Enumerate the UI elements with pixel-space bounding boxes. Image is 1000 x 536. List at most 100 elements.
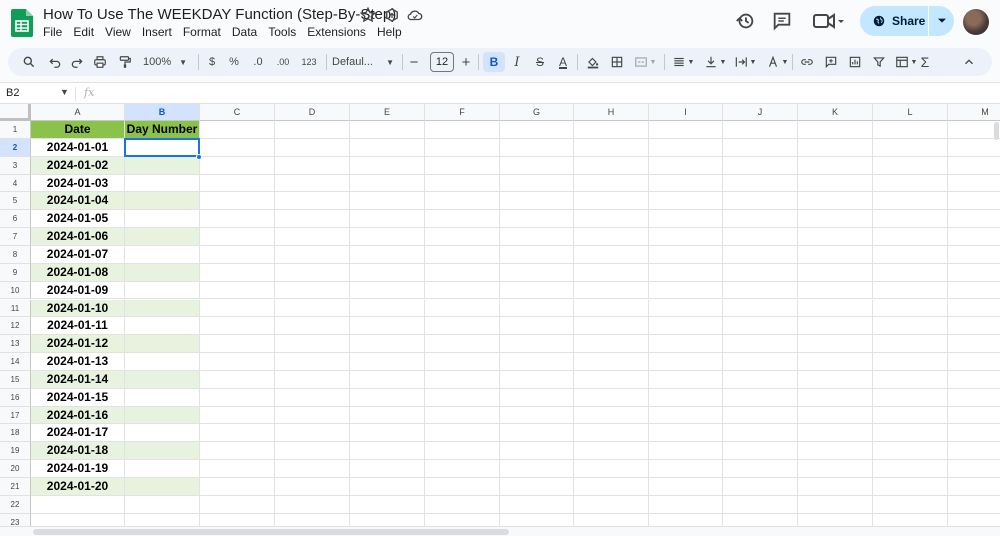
row-header-3[interactable]: 3	[0, 156, 31, 175]
row-header-9[interactable]: 9	[0, 263, 31, 282]
cell-b10[interactable]	[125, 281, 200, 300]
share-options-button[interactable]	[929, 18, 954, 24]
cell-f2[interactable]	[425, 138, 500, 157]
cell-i2[interactable]	[649, 138, 723, 157]
percent-format-button[interactable]: %	[226, 52, 242, 72]
cell-f1[interactable]	[425, 121, 500, 139]
cell-a18[interactable]: 2024-01-17	[31, 424, 125, 443]
cell-f14[interactable]	[425, 353, 500, 371]
cell-b5[interactable]	[125, 192, 200, 211]
cell-d13[interactable]	[275, 335, 350, 354]
cell-b16[interactable]	[125, 388, 200, 407]
cell-d9[interactable]	[275, 263, 350, 282]
cell-g13[interactable]	[500, 335, 574, 354]
cell-k13[interactable]	[798, 335, 873, 354]
cell-g19[interactable]	[500, 442, 574, 461]
fill-color-button[interactable]	[584, 52, 602, 72]
increase-font-size-button[interactable]: +	[458, 52, 474, 72]
cell-f22[interactable]	[425, 495, 500, 514]
cell-a16[interactable]: 2024-01-15	[31, 388, 125, 407]
cell-c9[interactable]	[200, 263, 275, 282]
cell-g1[interactable]	[500, 121, 574, 139]
more-formats-button[interactable]: 123	[298, 52, 320, 72]
move-to-folder-icon[interactable]	[383, 6, 401, 24]
cell-j10[interactable]	[723, 281, 798, 300]
cell-i13[interactable]	[649, 335, 723, 354]
cell-l13[interactable]	[873, 335, 948, 354]
row-header-18[interactable]: 18	[0, 424, 31, 443]
cell-h23[interactable]	[574, 513, 649, 526]
cell-d10[interactable]	[275, 281, 350, 300]
cell-c6[interactable]	[200, 210, 275, 229]
column-header-m[interactable]: M	[948, 104, 1000, 121]
column-header-c[interactable]: C	[200, 104, 275, 121]
cell-j7[interactable]	[723, 228, 798, 246]
cell-e7[interactable]	[350, 228, 425, 246]
cell-j19[interactable]	[723, 442, 798, 461]
cell-f3[interactable]	[425, 156, 500, 175]
merge-cells-button[interactable]: ▼	[632, 52, 658, 72]
cell-a5[interactable]: 2024-01-04	[31, 192, 125, 211]
cell-h1[interactable]	[574, 121, 649, 139]
cell-g15[interactable]	[500, 370, 574, 389]
cell-d5[interactable]	[275, 192, 350, 211]
cell-j15[interactable]	[723, 370, 798, 389]
cell-j14[interactable]	[723, 353, 798, 371]
cell-l1[interactable]	[873, 121, 948, 139]
cell-b21[interactable]	[125, 478, 200, 496]
cell-a14[interactable]: 2024-01-13	[31, 353, 125, 371]
cell-d2[interactable]	[275, 138, 350, 157]
insert-chart-button[interactable]	[846, 52, 864, 72]
cell-d23[interactable]	[275, 513, 350, 526]
text-rotation-button[interactable]: ▼	[762, 52, 792, 72]
currency-format-button[interactable]: $	[204, 52, 220, 72]
chevron-down-icon[interactable]: ▼	[60, 87, 69, 97]
cell-b7[interactable]	[125, 228, 200, 246]
cell-b14[interactable]	[125, 353, 200, 371]
cell-m6[interactable]	[948, 210, 1000, 229]
cell-h7[interactable]	[574, 228, 649, 246]
horizontal-scrollbar-thumb[interactable]	[33, 529, 509, 535]
cell-j13[interactable]	[723, 335, 798, 354]
row-header-5[interactable]: 5	[0, 192, 31, 211]
cell-g20[interactable]	[500, 460, 574, 478]
row-header-13[interactable]: 13	[0, 335, 31, 354]
cell-j2[interactable]	[723, 138, 798, 157]
cell-c11[interactable]	[200, 299, 275, 318]
cell-e8[interactable]	[350, 245, 425, 264]
cell-m19[interactable]	[948, 442, 1000, 461]
cell-j8[interactable]	[723, 245, 798, 264]
cell-e6[interactable]	[350, 210, 425, 229]
cell-f15[interactable]	[425, 370, 500, 389]
cell-c23[interactable]	[200, 513, 275, 526]
cell-d22[interactable]	[275, 495, 350, 514]
menu-format[interactable]: Format	[183, 25, 221, 39]
cell-b4[interactable]	[125, 174, 200, 193]
cell-j6[interactable]	[723, 210, 798, 229]
cell-g17[interactable]	[500, 406, 574, 425]
cell-l7[interactable]	[873, 228, 948, 246]
cell-i18[interactable]	[649, 424, 723, 443]
cell-m8[interactable]	[948, 246, 1000, 264]
document-title[interactable]: How To Use The WEEKDAY Function (Step-By…	[43, 6, 396, 23]
cell-e4[interactable]	[350, 174, 425, 193]
cell-a10[interactable]: 2024-01-09	[31, 281, 125, 300]
cell-a21[interactable]: 2024-01-20	[31, 478, 125, 496]
cell-e17[interactable]	[350, 406, 425, 425]
cell-j3[interactable]	[723, 156, 798, 175]
cell-d7[interactable]	[275, 228, 350, 246]
cell-l2[interactable]	[873, 138, 948, 157]
cell-k9[interactable]	[798, 263, 873, 282]
cell-g4[interactable]	[500, 174, 574, 193]
cell-j18[interactable]	[723, 424, 798, 443]
cell-g10[interactable]	[500, 281, 574, 300]
cell-i14[interactable]	[649, 353, 723, 371]
cell-i17[interactable]	[649, 406, 723, 425]
cell-e16[interactable]	[350, 388, 425, 407]
column-header-j[interactable]: J	[723, 104, 798, 121]
row-header-4[interactable]: 4	[0, 174, 31, 193]
row-header-20[interactable]: 20	[0, 460, 31, 478]
cell-a17[interactable]: 2024-01-16	[31, 406, 125, 425]
cell-k7[interactable]	[798, 228, 873, 246]
cell-b18[interactable]	[125, 424, 200, 443]
